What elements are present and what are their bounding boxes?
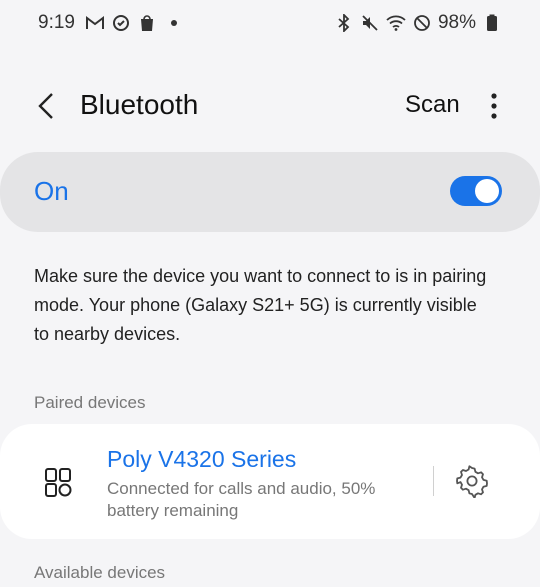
status-bar-left: 9:19	[38, 12, 177, 34]
shopify-icon	[137, 13, 157, 33]
chevron-left-icon	[38, 93, 53, 119]
wifi-icon	[386, 13, 406, 33]
sync-icon	[111, 13, 131, 33]
do-not-disturb-icon	[412, 13, 432, 33]
device-name: Poly V4320 Series	[107, 446, 297, 472]
available-devices-header: Available devices	[34, 563, 166, 582]
paired-devices-header: Paired devices	[34, 393, 146, 412]
gear-icon	[456, 465, 488, 498]
device-settings-button[interactable]	[455, 464, 489, 498]
back-button[interactable]	[28, 88, 64, 124]
switch-knob	[475, 179, 499, 203]
more-vertical-icon	[491, 93, 497, 119]
device-icon	[42, 466, 74, 498]
app-bar: Bluetooth Scan	[0, 76, 540, 136]
scan-button[interactable]: Scan	[405, 91, 460, 119]
status-bar: 9:19 98%	[0, 0, 540, 46]
gmail-icon	[85, 13, 105, 33]
status-bar-right: 98%	[334, 12, 502, 34]
bluetooth-icon	[334, 13, 354, 33]
divider	[433, 466, 434, 496]
battery-icon	[482, 13, 502, 33]
device-status: Connected for calls and audio, 50% batte…	[107, 479, 376, 520]
bluetooth-settings-screen: 9:19 98% Bluetooth Scan On Make sure the…	[0, 0, 540, 587]
notification-dot-icon	[170, 20, 177, 26]
page-title: Bluetooth	[80, 89, 199, 120]
visibility-info-text: Make sure the device you want to connect…	[34, 266, 487, 344]
status-time: 9:19	[38, 12, 75, 33]
more-options-button[interactable]	[478, 88, 510, 124]
bluetooth-switch[interactable]	[450, 176, 502, 206]
battery-percent: 98%	[437, 12, 476, 33]
master-switch-label: On	[34, 176, 69, 206]
mute-icon	[360, 13, 380, 33]
